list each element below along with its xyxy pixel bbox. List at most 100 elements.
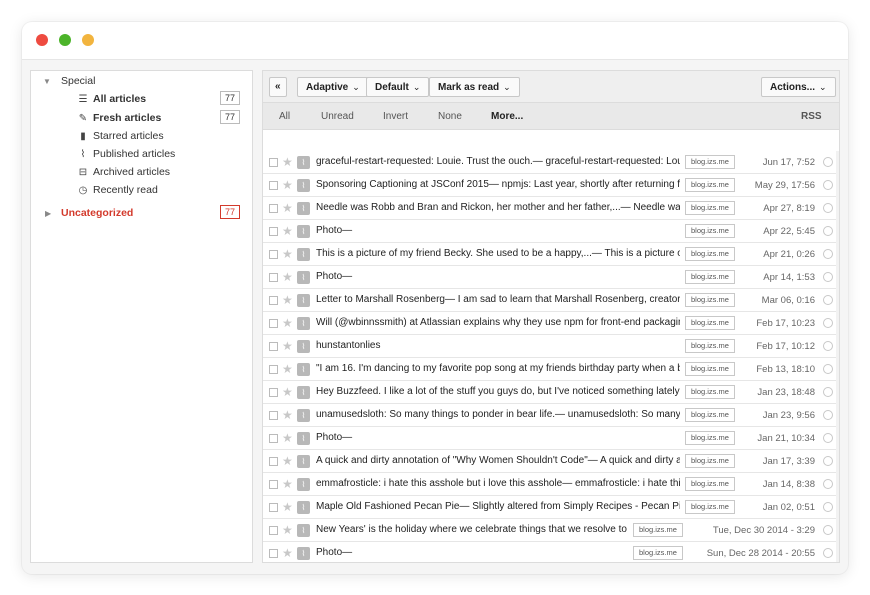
tree-uncategorized[interactable]: ▶ Uncategorized 77	[31, 204, 252, 222]
rss-feed-icon[interactable]: ⌇	[297, 248, 310, 261]
headline-row[interactable]: ★ ⌇ "I am 16. I'm dancing to my favorite p…	[263, 358, 839, 381]
star-icon[interactable]: ★	[282, 477, 293, 491]
tree-special-group[interactable]: ▼ Special	[31, 72, 252, 90]
select-all-link[interactable]: All	[279, 111, 290, 122]
feed-source-badge[interactable]: blog.izs.me	[633, 546, 683, 560]
rss-feed-icon[interactable]: ⌇	[297, 225, 310, 238]
select-checkbox[interactable]	[269, 227, 278, 236]
minimize-window-button[interactable]	[82, 34, 94, 46]
headline-title[interactable]: emmafrosticle: i hate this asshole but i…	[316, 478, 680, 489]
feed-source-badge[interactable]: blog.izs.me	[685, 362, 735, 376]
headline-title[interactable]: hunstantonlies	[316, 340, 680, 351]
rss-feed-icon[interactable]: ⌇	[297, 179, 310, 192]
rss-feed-icon[interactable]: ⌇	[297, 156, 310, 169]
score-circle-icon[interactable]	[823, 433, 833, 443]
score-circle-icon[interactable]	[823, 387, 833, 397]
scrollbar[interactable]	[836, 151, 839, 562]
star-icon[interactable]: ★	[282, 201, 293, 215]
headline-row[interactable]: ★ ⌇ New Years' is the holiday where we cel…	[263, 519, 839, 542]
select-none-link[interactable]: None	[438, 111, 462, 122]
score-circle-icon[interactable]	[823, 410, 833, 420]
star-icon[interactable]: ★	[282, 362, 293, 376]
headline-title[interactable]: "I am 16. I'm dancing to my favorite pop…	[316, 363, 680, 374]
rss-feed-icon[interactable]: ⌇	[297, 547, 310, 560]
sidebar-item-fresh-articles[interactable]: ✎ Fresh articles 77	[31, 109, 252, 127]
chevron-down-icon[interactable]: ▼	[43, 77, 51, 86]
score-circle-icon[interactable]	[823, 502, 833, 512]
headline-row[interactable]: ★ ⌇ Photo— blog.izs.me Sun, Dec 28 2014 - 20…	[263, 542, 839, 562]
feed-source-badge[interactable]: blog.izs.me	[685, 385, 735, 399]
star-icon[interactable]: ★	[282, 270, 293, 284]
mark-as-read-dropdown[interactable]: Mark as read ⌄	[429, 77, 520, 97]
select-checkbox[interactable]	[269, 388, 278, 397]
feed-source-badge[interactable]: blog.izs.me	[685, 339, 735, 353]
score-circle-icon[interactable]	[823, 341, 833, 351]
actions-dropdown[interactable]: Actions... ⌄	[761, 77, 836, 97]
rss-feed-icon[interactable]: ⌇	[297, 294, 310, 307]
select-checkbox[interactable]	[269, 319, 278, 328]
headline-row[interactable]: ★ ⌇ Will (@wbinnssmith) at Atlassian expla…	[263, 312, 839, 335]
rss-feed-icon[interactable]: ⌇	[297, 432, 310, 445]
select-checkbox[interactable]	[269, 526, 278, 535]
headline-title[interactable]: Photo—	[316, 547, 628, 558]
select-unread-link[interactable]: Unread	[321, 111, 354, 122]
select-checkbox[interactable]	[269, 365, 278, 374]
headline-title[interactable]: Letter to Marshall Rosenberg— I am sad t…	[316, 294, 680, 305]
headline-row[interactable]: ★ ⌇ This is a picture of my friend Becky. …	[263, 243, 839, 266]
score-circle-icon[interactable]	[823, 364, 833, 374]
star-icon[interactable]: ★	[282, 454, 293, 468]
sidebar-item-recently-read[interactable]: ◷ Recently read	[31, 181, 252, 199]
rss-feed-icon[interactable]: ⌇	[297, 501, 310, 514]
rss-feed-icon[interactable]: ⌇	[297, 271, 310, 284]
headline-title[interactable]: Will (@wbinnssmith) at Atlassian explain…	[316, 317, 680, 328]
select-checkbox[interactable]	[269, 342, 278, 351]
maximize-window-button[interactable]	[59, 34, 71, 46]
select-checkbox[interactable]	[269, 549, 278, 558]
score-circle-icon[interactable]	[823, 456, 833, 466]
score-circle-icon[interactable]	[823, 203, 833, 213]
feed-source-badge[interactable]: blog.izs.me	[685, 408, 735, 422]
chevron-right-icon[interactable]: ▶	[45, 209, 51, 218]
score-circle-icon[interactable]	[823, 479, 833, 489]
feed-source-badge[interactable]: blog.izs.me	[685, 247, 735, 261]
score-circle-icon[interactable]	[823, 295, 833, 305]
collapse-sidebar-button[interactable]: «	[269, 77, 287, 97]
score-circle-icon[interactable]	[823, 548, 833, 558]
star-icon[interactable]: ★	[282, 500, 293, 514]
headline-row[interactable]: ★ ⌇ graceful-restart-requested: Louie. Tru…	[263, 151, 839, 174]
headline-row[interactable]: ★ ⌇ Sponsoring Captioning at JSConf 2015— …	[263, 174, 839, 197]
star-icon[interactable]: ★	[282, 523, 293, 537]
headline-row[interactable]: ★ ⌇ hunstantonlies blog.izs.me Feb 17, 10:12	[263, 335, 839, 358]
sidebar-item-published-articles[interactable]: ⌇ Published articles	[31, 145, 252, 163]
score-circle-icon[interactable]	[823, 249, 833, 259]
star-icon[interactable]: ★	[282, 316, 293, 330]
star-icon[interactable]: ★	[282, 224, 293, 238]
headline-row[interactable]: ★ ⌇ Letter to Marshall Rosenberg— I am sad…	[263, 289, 839, 312]
score-circle-icon[interactable]	[823, 318, 833, 328]
sidebar-item-all-articles[interactable]: ☰ All articles 77	[31, 90, 252, 108]
headline-title[interactable]: Photo—	[316, 271, 680, 282]
rss-feed-icon[interactable]: ⌇	[297, 363, 310, 376]
feed-source-badge[interactable]: blog.izs.me	[685, 477, 735, 491]
headline-row[interactable]: ★ ⌇ unamusedsloth: So many things to ponde…	[263, 404, 839, 427]
headline-row[interactable]: ★ ⌇ Photo— blog.izs.me Jan 21, 10:34	[263, 427, 839, 450]
feed-source-badge[interactable]: blog.izs.me	[685, 431, 735, 445]
headline-row[interactable]: ★ ⌇ Needle was Robb and Bran and Rickon, h…	[263, 197, 839, 220]
star-icon[interactable]: ★	[282, 339, 293, 353]
feed-source-badge[interactable]: blog.izs.me	[685, 224, 735, 238]
rss-feed-icon[interactable]: ⌇	[297, 386, 310, 399]
select-checkbox[interactable]	[269, 503, 278, 512]
select-checkbox[interactable]	[269, 480, 278, 489]
feed-source-badge[interactable]: blog.izs.me	[685, 178, 735, 192]
star-icon[interactable]: ★	[282, 247, 293, 261]
feed-source-badge[interactable]: blog.izs.me	[685, 454, 735, 468]
star-icon[interactable]: ★	[282, 385, 293, 399]
rss-feed-icon[interactable]: ⌇	[297, 317, 310, 330]
star-icon[interactable]: ★	[282, 408, 293, 422]
rss-link[interactable]: RSS	[801, 111, 822, 122]
headline-title[interactable]: Maple Old Fashioned Pecan Pie— Slightly …	[316, 501, 680, 512]
sidebar-item-starred-articles[interactable]: ▮ Starred articles	[31, 127, 252, 145]
sort-order-dropdown[interactable]: Default ⌄	[366, 77, 430, 97]
headline-row[interactable]: ★ ⌇ A quick and dirty annotation of "Why W…	[263, 450, 839, 473]
headline-title[interactable]: Photo—	[316, 432, 680, 443]
